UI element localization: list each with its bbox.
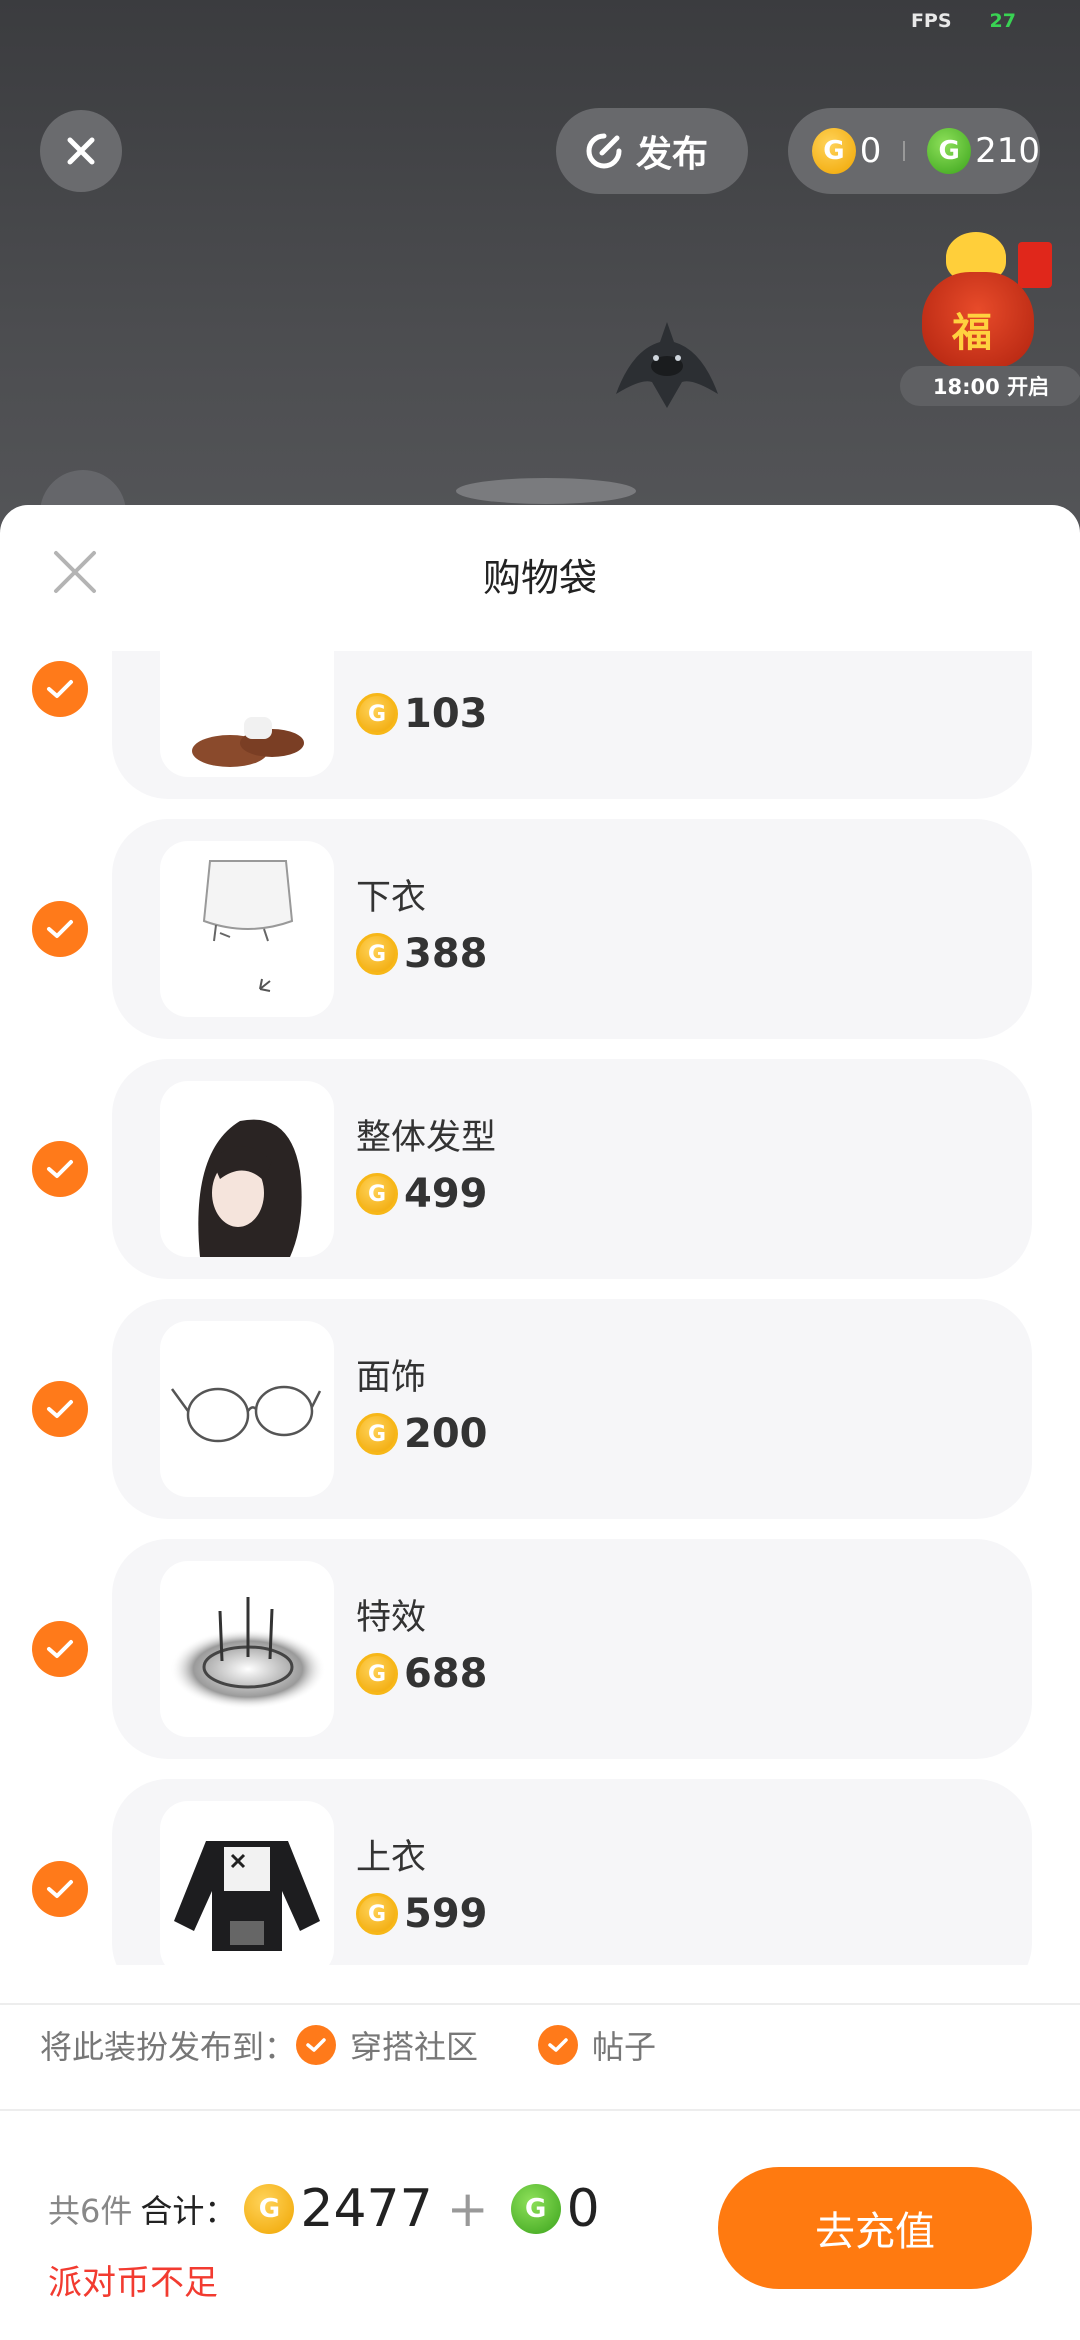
checkmark-icon (47, 1880, 73, 1898)
gold-coin-icon: G (244, 2184, 295, 2234)
checkmark-icon (47, 1400, 73, 1418)
gold-coin-icon: G (356, 693, 398, 735)
item-card[interactable]: G 103 (112, 651, 1032, 799)
checkmark-icon (47, 1160, 73, 1178)
item-price-row: G 200 (356, 1411, 488, 1457)
item-card[interactable]: 上衣 G 599 (112, 1779, 1032, 1965)
item-price-row: G 103 (356, 691, 488, 737)
publish-options: 将此装扮发布到： 穿搭社区 帖子 (40, 2015, 716, 2075)
lucky-bag-icon: 福 (922, 272, 1034, 368)
publish-icon (586, 133, 622, 169)
skirt-icon (160, 841, 334, 1017)
item-price-row: G 388 (356, 931, 488, 977)
divider (0, 2003, 1080, 2005)
currency-balance[interactable]: G 0 G 210 (788, 108, 1040, 194)
item-name: 面饰 (356, 1358, 427, 1398)
item-price-row: G 499 (356, 1171, 488, 1217)
item-price: 103 (404, 691, 488, 737)
green-coin-icon: G (927, 128, 972, 174)
fps-value: 27 (989, 10, 1016, 32)
gold-total: 2477 (300, 2179, 433, 2239)
event-time: 18:00 开启 (900, 366, 1080, 406)
publish-to-label: 将此装扮发布到： (40, 2028, 297, 2066)
item-count: 共6件 (48, 2192, 133, 2230)
game-scene: FPS 27 发布 G 0 G 210 福 18:00 开启 (0, 0, 1080, 560)
item-card[interactable]: 整体发型 G 499 (112, 1059, 1032, 1279)
checkmark-icon (47, 1640, 73, 1658)
shark-avatar-icon (616, 322, 718, 408)
gold-coin-icon: G (356, 1893, 398, 1935)
jacket-icon (160, 1801, 334, 1965)
list-item[interactable]: G 103 (0, 651, 1080, 799)
list-item[interactable]: 整体发型 G 499 (0, 1059, 1080, 1279)
effect-icon (160, 1561, 334, 1737)
plus-sign: + (446, 2180, 489, 2238)
sheet-title: 购物袋 (482, 556, 597, 600)
gold-coin-icon: G (356, 1413, 398, 1455)
list-item[interactable]: 面饰 G 200 (0, 1299, 1080, 1519)
item-price: 388 (404, 931, 488, 977)
checkmark-icon (538, 2025, 579, 2065)
checkmark-icon (47, 680, 73, 698)
publish-option-label: 帖子 (592, 2028, 657, 2066)
recharge-button[interactable]: 去充值 (718, 2167, 1032, 2289)
item-checkbox[interactable] (32, 901, 88, 957)
gold-coin-icon: G (356, 1173, 398, 1215)
publish-option-community[interactable]: 穿搭社区 (296, 2022, 478, 2068)
checkout-footer: 共6件 合计： G 2477 + G 0 派对币不足 去充值 (0, 2137, 1080, 2337)
publish-option-post[interactable]: 帖子 (538, 2022, 656, 2068)
item-price: 688 (404, 1651, 488, 1697)
gold-coin-icon: G (812, 128, 856, 174)
publish-button[interactable]: 发布 (556, 108, 748, 194)
gold-coin-icon: G (356, 1653, 398, 1695)
total-summary: 共6件 合计： G 2477 + G 0 (48, 2179, 600, 2239)
cart-item-list[interactable]: G 103 下衣 G 388 整体发型 G 499 面饰 G 200 特效 G … (0, 651, 1080, 1965)
item-name: 整体发型 (356, 1118, 497, 1158)
item-card[interactable]: 面饰 G 200 (112, 1299, 1032, 1519)
green-coin-icon: G (510, 2184, 561, 2234)
shoes-icon (160, 651, 334, 777)
list-item[interactable]: 下衣 G 388 (0, 819, 1080, 1039)
item-price: 200 (404, 1411, 488, 1457)
item-name: 下衣 (356, 878, 427, 918)
red-envelope-icon (1018, 242, 1052, 288)
gold-balance: 0 (859, 131, 882, 171)
item-name: 特效 (356, 1598, 427, 1638)
divider (903, 141, 906, 161)
item-checkbox[interactable] (32, 1621, 88, 1677)
item-name: 上衣 (356, 1838, 427, 1878)
publish-label: 发布 (636, 134, 709, 175)
item-checkbox[interactable] (32, 1381, 88, 1437)
green-total: 0 (566, 2179, 600, 2239)
scene-close-button[interactable] (40, 110, 122, 192)
event-reward[interactable]: 福 18:00 开启 (900, 232, 1080, 406)
list-item[interactable]: 特效 G 688 (0, 1539, 1080, 1759)
shopping-bag-sheet: 购物袋 G 103 下衣 G 388 整体发型 G 499 面饰 G 200 特… (0, 505, 1080, 2340)
gold-coin-icon: G (356, 933, 398, 975)
checkmark-icon (47, 920, 73, 938)
item-checkbox[interactable] (32, 661, 88, 717)
list-item[interactable]: 上衣 G 599 (0, 1779, 1080, 1965)
total-label: 合计： (140, 2192, 237, 2230)
hairstyle-icon (160, 1081, 334, 1257)
glasses-icon (160, 1321, 334, 1497)
green-balance: 210 (975, 131, 1041, 171)
item-checkbox[interactable] (32, 1861, 88, 1917)
avatar-platform (456, 478, 636, 504)
insufficient-warning: 派对币不足 (48, 2263, 218, 2303)
divider (0, 2109, 1080, 2111)
item-card[interactable]: 下衣 G 388 (112, 819, 1032, 1039)
item-card[interactable]: 特效 G 688 (112, 1539, 1032, 1759)
item-price: 599 (404, 1891, 488, 1937)
publish-option-label: 穿搭社区 (350, 2028, 479, 2066)
item-checkbox[interactable] (32, 1141, 88, 1197)
item-price-row: G 599 (356, 1891, 488, 1937)
item-price: 499 (404, 1171, 488, 1217)
fps-label: FPS (910, 10, 952, 32)
item-price-row: G 688 (356, 1651, 488, 1697)
close-icon (67, 137, 95, 165)
checkmark-icon (296, 2025, 337, 2065)
fps-counter: FPS 27 (911, 10, 1016, 32)
sheet-header: 购物袋 (0, 505, 1080, 651)
